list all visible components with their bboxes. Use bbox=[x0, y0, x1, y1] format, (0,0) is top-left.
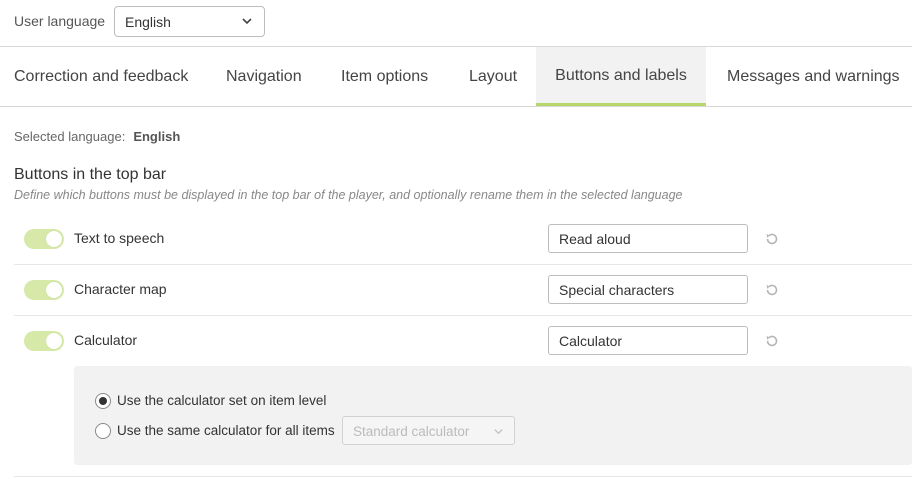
radio-button[interactable] bbox=[95, 423, 111, 439]
character-map-label: Character map bbox=[74, 281, 167, 297]
tab-buttons-and-labels[interactable]: Buttons and labels bbox=[536, 47, 706, 106]
reset-icon[interactable] bbox=[764, 333, 780, 349]
calculator-label: Calculator bbox=[74, 332, 138, 348]
tab-correction-and-feedback[interactable]: Correction and feedback bbox=[0, 47, 202, 106]
selected-language: Selected language: English bbox=[14, 129, 180, 144]
section-description: Define which buttons must be displayed i… bbox=[14, 188, 683, 202]
tab-bar: Correction and feedback Navigation Item … bbox=[0, 47, 912, 107]
tab-navigation[interactable]: Navigation bbox=[212, 47, 316, 106]
toggle-knob bbox=[46, 282, 62, 298]
button-row-calculator: Calculator bbox=[14, 316, 912, 367]
text-to-speech-label: Text to speech bbox=[74, 230, 165, 246]
character-map-toggle[interactable] bbox=[24, 280, 64, 300]
tab-item-options[interactable]: Item options bbox=[327, 47, 442, 106]
text-to-speech-toggle[interactable] bbox=[24, 229, 64, 249]
character-map-input[interactable] bbox=[548, 275, 748, 304]
reset-icon[interactable] bbox=[764, 231, 780, 247]
tab-messages-and-warnings[interactable]: Messages and warnings bbox=[713, 47, 912, 106]
chevron-down-icon bbox=[494, 429, 503, 435]
calculator-input[interactable] bbox=[548, 326, 748, 355]
calculator-type-select[interactable]: Standard calculator bbox=[342, 416, 515, 445]
user-language-value: English bbox=[125, 14, 171, 30]
button-row-character-map: Character map bbox=[14, 265, 912, 316]
toggle-knob bbox=[46, 333, 62, 349]
radio-button-checked[interactable] bbox=[95, 393, 111, 409]
toggle-knob bbox=[46, 231, 62, 247]
tab-layout[interactable]: Layout bbox=[455, 47, 531, 106]
calculator-options-panel: Use the calculator set on item level Use… bbox=[74, 366, 912, 465]
calculator-toggle[interactable] bbox=[24, 331, 64, 351]
selected-language-label: Selected language: bbox=[14, 129, 126, 144]
section-title: Buttons in the top bar bbox=[14, 166, 167, 183]
user-language-select[interactable]: English bbox=[114, 6, 265, 37]
divider bbox=[14, 476, 912, 477]
calculator-type-value: Standard calculator bbox=[353, 424, 470, 439]
user-language-label: User language bbox=[14, 13, 106, 29]
selected-language-value: English bbox=[133, 129, 181, 144]
text-to-speech-input[interactable] bbox=[548, 224, 748, 253]
calculator-option-item-level-label: Use the calculator set on item level bbox=[117, 393, 327, 408]
language-bar: User language English bbox=[0, 0, 912, 47]
button-row-text-to-speech: Text to speech bbox=[14, 214, 912, 265]
reset-icon[interactable] bbox=[764, 282, 780, 298]
calculator-option-same-for-all-label: Use the same calculator for all items bbox=[117, 423, 335, 438]
chevron-down-icon bbox=[242, 18, 252, 25]
